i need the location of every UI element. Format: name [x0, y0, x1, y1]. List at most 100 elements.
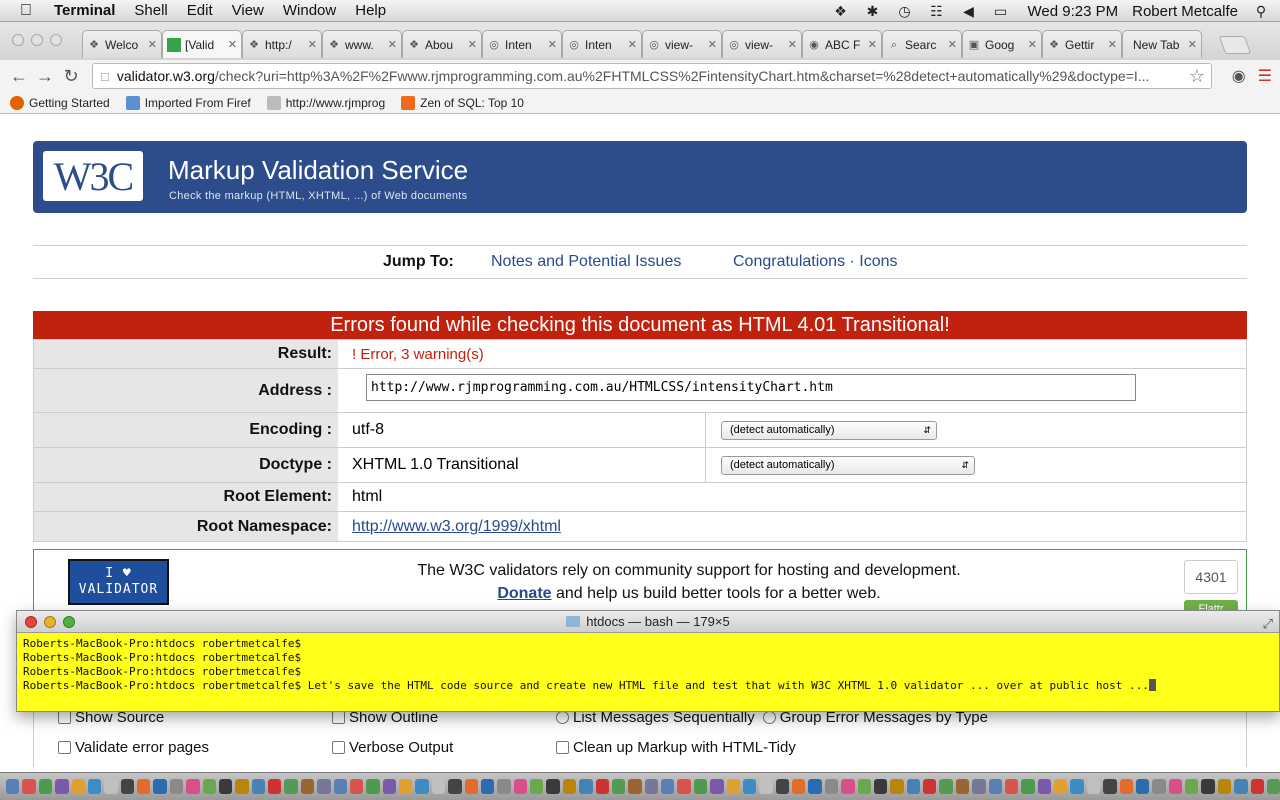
- dock-app-icon[interactable]: [38, 779, 53, 794]
- dock-app-icon[interactable]: [1054, 779, 1068, 794]
- dock-app-icon[interactable]: [513, 779, 527, 794]
- close-tab-icon[interactable]: ✕: [1108, 38, 1117, 51]
- dock-app-icon[interactable]: [1086, 779, 1101, 794]
- dock-app-icon[interactable]: [546, 779, 560, 794]
- tab-7[interactable]: ◎ view- ✕: [642, 30, 722, 58]
- dock-app-icon[interactable]: [202, 779, 216, 794]
- bluetooth-icon[interactable]: ✱: [864, 3, 882, 20]
- close-tab-icon[interactable]: ✕: [228, 38, 237, 51]
- dock-app-icon[interactable]: [218, 779, 233, 794]
- menu-window[interactable]: Window: [283, 2, 336, 19]
- wifi-icon[interactable]: ☷: [928, 3, 946, 20]
- dock-app-icon[interactable]: [759, 779, 773, 794]
- fullscreen-icon[interactable]: ⤢: [1263, 613, 1273, 635]
- close-tab-icon[interactable]: ✕: [548, 38, 557, 51]
- dock-app-icon[interactable]: [137, 779, 151, 794]
- dock-app-icon[interactable]: [71, 779, 85, 794]
- dropbox-status-icon[interactable]: ❖: [832, 3, 850, 20]
- dock-app-icon[interactable]: [153, 779, 167, 794]
- close-window-button[interactable]: [12, 34, 24, 46]
- dock-app-icon[interactable]: [1070, 779, 1084, 794]
- tab-0[interactable]: ❖ Welco ✕: [82, 30, 162, 58]
- tab-2[interactable]: ❖ http:/ ✕: [242, 30, 322, 58]
- terminal-close-button[interactable]: [25, 616, 37, 628]
- close-tab-icon[interactable]: ✕: [388, 38, 397, 51]
- tab-1[interactable]: [Valid ✕: [162, 30, 242, 58]
- close-tab-icon[interactable]: ✕: [788, 38, 797, 51]
- dock-app-icon[interactable]: [923, 779, 937, 794]
- radio[interactable]: [556, 711, 569, 724]
- donate-link[interactable]: Donate: [497, 585, 551, 602]
- dock-app-icon[interactable]: [579, 779, 593, 794]
- bookmark-zen-sql[interactable]: Zen of SQL: Top 10: [401, 95, 524, 110]
- menu-edit[interactable]: Edit: [187, 2, 213, 19]
- close-tab-icon[interactable]: ✕: [948, 38, 957, 51]
- namespace-link[interactable]: http://www.w3.org/1999/xhtml: [352, 518, 561, 536]
- close-tab-icon[interactable]: ✕: [1028, 38, 1037, 51]
- dock-app-icon[interactable]: [431, 779, 446, 794]
- dock-app-icon[interactable]: [955, 779, 970, 794]
- dock-app-icon[interactable]: [415, 779, 429, 794]
- terminal-minimize-button[interactable]: [44, 616, 56, 628]
- dock-app-icon[interactable]: [1004, 779, 1019, 794]
- volume-icon[interactable]: ◀: [960, 3, 978, 20]
- dock-app-icon[interactable]: [1119, 779, 1133, 794]
- dock-app-icon[interactable]: [873, 779, 888, 794]
- zoom-window-button[interactable]: [50, 34, 62, 46]
- dock-app-icon[interactable]: [186, 779, 200, 794]
- checkbox[interactable]: [332, 741, 345, 754]
- close-tab-icon[interactable]: ✕: [308, 38, 317, 51]
- dock-app-icon[interactable]: [399, 779, 413, 794]
- tab-13[interactable]: New Tab ✕: [1122, 30, 1202, 58]
- dock-app-icon[interactable]: [448, 779, 462, 794]
- dock-app-icon[interactable]: [251, 779, 265, 794]
- dock-app-icon[interactable]: [1234, 779, 1248, 794]
- w3c-logo[interactable]: W3C: [43, 151, 143, 201]
- dock-app-icon[interactable]: [1103, 779, 1117, 794]
- reload-icon[interactable]: ↻: [58, 66, 84, 87]
- dock-app-icon[interactable]: [972, 779, 986, 794]
- tab-6[interactable]: ◎ Inten ✕: [562, 30, 642, 58]
- checkbox[interactable]: [58, 741, 71, 754]
- dock-app-icon[interactable]: [104, 779, 118, 794]
- dock-app-icon[interactable]: [22, 779, 36, 794]
- terminal-zoom-button[interactable]: [63, 616, 75, 628]
- dock-app-icon[interactable]: [775, 779, 789, 794]
- close-tab-icon[interactable]: ✕: [468, 38, 477, 51]
- dock-app-icon[interactable]: [300, 779, 315, 794]
- dock-app-icon[interactable]: [562, 779, 577, 794]
- dock-app-icon[interactable]: [1185, 779, 1199, 794]
- dock-app-icon[interactable]: [792, 779, 806, 794]
- dock-app-icon[interactable]: [644, 779, 658, 794]
- dock-app-icon[interactable]: [169, 779, 184, 794]
- dock-app-icon[interactable]: [497, 779, 511, 794]
- time-machine-icon[interactable]: ◷: [896, 3, 914, 20]
- dock-app-icon[interactable]: [530, 779, 544, 794]
- close-tab-icon[interactable]: ✕: [1188, 38, 1197, 51]
- dock-app-icon[interactable]: [349, 779, 364, 794]
- dock-app-icon[interactable]: [890, 779, 904, 794]
- opt-verbose-output[interactable]: Verbose Output: [332, 739, 453, 756]
- tab-4[interactable]: ❖ Abou ✕: [402, 30, 482, 58]
- spotlight-search-icon[interactable]: ⚲: [1252, 3, 1270, 20]
- dock-app-icon[interactable]: [595, 779, 609, 794]
- address-input[interactable]: http://www.rjmprogramming.com.au/HTMLCSS…: [366, 374, 1136, 401]
- jump-link-notes[interactable]: Notes and Potential Issues: [491, 253, 681, 271]
- terminal-output[interactable]: Roberts-MacBook-Pro:htdocs robertmetcalf…: [17, 633, 1279, 711]
- bookmark-folder-imported[interactable]: Imported From Firef: [125, 95, 251, 110]
- dock-app-icon[interactable]: [824, 779, 839, 794]
- radio[interactable]: [762, 711, 776, 724]
- dock-app-icon[interactable]: [284, 779, 298, 794]
- tab-12[interactable]: ❖ Gettir ✕: [1042, 30, 1122, 58]
- checkbox[interactable]: [556, 741, 569, 754]
- checkbox[interactable]: [332, 711, 345, 724]
- dock-app-icon[interactable]: [6, 779, 20, 794]
- tab-11[interactable]: ▣ Goog ✕: [962, 30, 1042, 58]
- opt-validate-error-pages[interactable]: Validate error pages: [58, 739, 209, 756]
- bookmark-rjmprog[interactable]: http://www.rjmprog: [266, 95, 385, 110]
- dock-app-icon[interactable]: [333, 779, 347, 794]
- dock-app-icon[interactable]: [1168, 779, 1182, 794]
- dock-app-icon[interactable]: [1266, 779, 1280, 794]
- bookmark-getting-started[interactable]: Getting Started: [10, 95, 110, 110]
- dock-app-icon[interactable]: [611, 779, 626, 794]
